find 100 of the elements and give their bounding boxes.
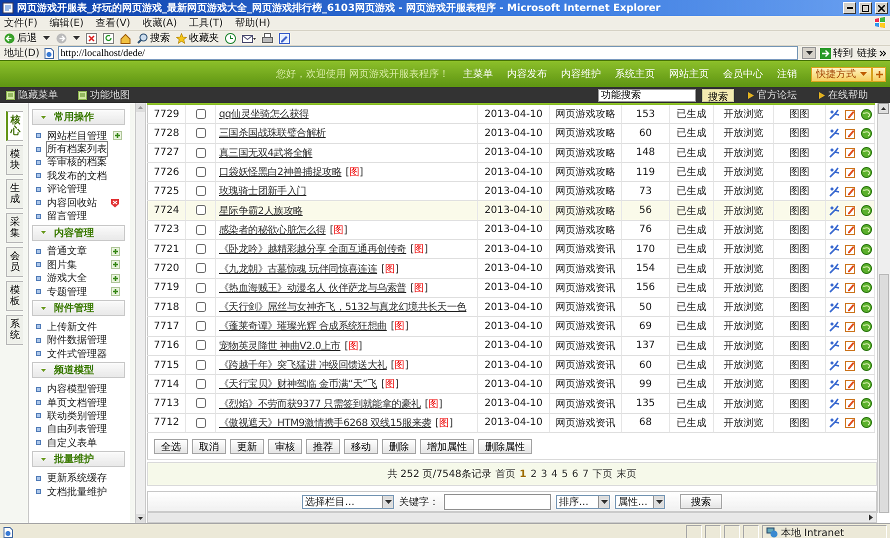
tool-icon[interactable] <box>828 244 840 255</box>
hide-menu-button[interactable]: 隐藏菜单 <box>6 88 58 102</box>
edit-icon[interactable] <box>844 166 856 178</box>
edit-icon[interactable] <box>844 282 856 294</box>
globe-icon[interactable] <box>860 263 872 274</box>
edit-icon[interactable] <box>844 205 856 216</box>
row-checkbox[interactable] <box>196 205 206 216</box>
article-link[interactable]: 《傲视遮天》HTM9激情携手6268 双线15服来袭 <box>219 418 432 429</box>
tool-icon[interactable] <box>828 224 840 236</box>
edit-icon[interactable] <box>844 398 856 410</box>
tool-icon[interactable] <box>828 186 840 197</box>
batch-button[interactable]: 增加属性 <box>420 438 474 454</box>
sidebar-tab[interactable]: 生成 <box>6 179 23 209</box>
row-checkbox[interactable] <box>196 108 206 119</box>
print-icon[interactable] <box>262 32 273 44</box>
row-checkbox[interactable] <box>196 148 206 158</box>
edit-icon[interactable] <box>844 340 856 352</box>
group-header[interactable]: 附件管理 <box>32 300 125 316</box>
add-icon[interactable] <box>113 131 122 140</box>
edit-icon[interactable] <box>844 320 856 332</box>
globe-icon[interactable] <box>860 244 872 255</box>
add-icon[interactable] <box>111 287 120 296</box>
sidebar-link[interactable]: 自定义表单 <box>46 434 98 451</box>
row-checkbox[interactable] <box>196 224 206 235</box>
article-link[interactable]: 真三国无双4武将全解 <box>219 148 312 159</box>
globe-icon[interactable] <box>860 320 872 332</box>
sidebar-link[interactable]: 评论管理 <box>46 181 88 198</box>
sidebar-tab[interactable]: 模块 <box>6 145 23 175</box>
keyword-field[interactable] <box>444 494 551 510</box>
edit-icon[interactable] <box>279 32 290 44</box>
globe-icon[interactable] <box>860 108 872 120</box>
back-button[interactable]: 后退 <box>4 31 37 45</box>
sidebar-link[interactable]: 游戏大全 <box>46 270 88 286</box>
globe-icon[interactable] <box>860 398 872 410</box>
tool-icon[interactable] <box>828 320 840 332</box>
stop-icon[interactable] <box>86 32 97 44</box>
article-link[interactable]: 感染者的秘欲心脏怎么得 <box>219 224 326 236</box>
edit-icon[interactable] <box>844 147 856 158</box>
article-link[interactable]: 三国杀国战珠联璧合解析 <box>219 128 326 140</box>
edit-icon[interactable] <box>844 186 856 197</box>
image-tag[interactable]: [图] <box>410 244 428 256</box>
group-header[interactable]: 常用操作 <box>32 109 125 125</box>
globe-icon[interactable] <box>860 166 872 178</box>
batch-button[interactable]: 删除属性 <box>478 438 532 454</box>
page-link[interactable]: 下页 <box>592 467 613 482</box>
tool-icon[interactable] <box>828 108 840 120</box>
search-button[interactable]: 搜索 <box>680 494 722 510</box>
favorites-button[interactable]: 收藏夹 <box>176 31 219 45</box>
row-checkbox[interactable] <box>196 302 206 312</box>
batch-button[interactable]: 取消 <box>192 438 226 454</box>
history-icon[interactable] <box>225 32 236 44</box>
globe-icon[interactable] <box>860 360 872 370</box>
article-link[interactable]: 《热血海贼王》动漫名人 伙伴萨龙与乌索普 <box>219 282 406 294</box>
header-link[interactable]: 在线帮助 <box>819 88 868 102</box>
sidebar-tab[interactable]: 核心 <box>6 111 23 141</box>
function-map-button[interactable]: 功能地图 <box>78 88 130 102</box>
article-link[interactable]: 口袋妖怪黑白2神兽捕捉攻略 <box>219 167 342 178</box>
edit-icon[interactable] <box>844 108 856 120</box>
group-header[interactable]: 频道模型 <box>32 362 125 378</box>
row-checkbox[interactable] <box>196 321 206 332</box>
globe-icon[interactable] <box>860 224 872 236</box>
tool-icon[interactable] <box>828 378 840 390</box>
sidebar-link[interactable]: 图片集 <box>46 256 78 273</box>
delete-icon[interactable] <box>110 198 120 208</box>
row-checkbox[interactable] <box>196 282 206 293</box>
batch-button[interactable]: 删除 <box>382 438 416 454</box>
refresh-icon[interactable] <box>103 32 114 44</box>
sort-dropdown[interactable]: 排序... <box>556 494 610 509</box>
search-button[interactable]: 搜索 <box>137 31 170 45</box>
sidebar-tab[interactable]: 采集 <box>6 213 23 243</box>
image-tag[interactable]: [图] <box>390 360 409 371</box>
article-link[interactable]: 《天行剑》屌丝与女神齐飞，5132与真龙幻境共长天一色 <box>219 302 466 314</box>
sidebar-link[interactable]: 附件数据管理 <box>46 332 108 348</box>
attribute-dropdown[interactable]: 属性... <box>615 494 665 509</box>
sidebar-link[interactable]: 文档批量维护 <box>46 484 108 500</box>
tool-icon[interactable] <box>828 340 840 352</box>
image-tag[interactable]: [图] <box>344 340 362 352</box>
sidebar-link[interactable]: 我发布的文档 <box>46 168 108 184</box>
edit-icon[interactable] <box>844 224 856 236</box>
close-button[interactable] <box>875 2 888 14</box>
group-header[interactable]: 内容管理 <box>32 224 125 241</box>
menu-item[interactable]: 工具(T) <box>189 16 223 30</box>
image-tag[interactable]: [图] <box>345 167 364 178</box>
edit-icon[interactable] <box>844 244 856 255</box>
globe-icon[interactable] <box>860 128 872 139</box>
page-link[interactable]: 4 <box>551 468 558 480</box>
globe-icon[interactable] <box>860 417 872 428</box>
globe-icon[interactable] <box>860 147 872 158</box>
tool-icon[interactable] <box>828 360 840 370</box>
sidebar-link[interactable]: 更新系统缓存 <box>46 470 108 486</box>
article-link[interactable]: 《蓬莱奇谭》璀璨光辉 合成系统狂想曲 <box>219 321 387 332</box>
sidebar-link[interactable]: 自由列表管理 <box>46 421 108 438</box>
row-checkbox[interactable] <box>196 379 206 390</box>
globe-icon[interactable] <box>860 340 872 352</box>
batch-button[interactable]: 审核 <box>268 438 302 454</box>
article-link[interactable]: 宠物英灵降世 神曲V2.0上市 <box>219 340 340 352</box>
edit-icon[interactable] <box>844 378 856 390</box>
sidebar-link[interactable]: 上传新文件 <box>46 319 98 335</box>
article-link[interactable]: 《跨越千年》突飞猛进 冲级回馈送大礼 <box>219 360 387 371</box>
edit-icon[interactable] <box>844 263 856 274</box>
